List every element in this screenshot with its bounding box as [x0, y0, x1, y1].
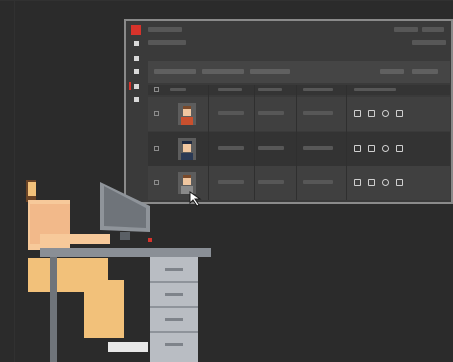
- header-item[interactable]: [394, 27, 418, 32]
- header-action[interactable]: [412, 40, 446, 45]
- grid-icon[interactable]: [396, 179, 403, 186]
- column-header: [218, 88, 242, 91]
- mouse-pointer-icon: [189, 191, 202, 207]
- bug-icon[interactable]: [382, 110, 389, 117]
- monitor-icon: [100, 182, 150, 240]
- column-header: [170, 88, 186, 91]
- cell-value: [218, 146, 244, 150]
- illustration-stage: [0, 0, 453, 362]
- scan-icon[interactable]: [368, 145, 375, 152]
- desk-surface: [40, 248, 211, 257]
- cell-value: [258, 146, 284, 150]
- breadcrumb: [148, 40, 186, 45]
- cell-value: [218, 180, 244, 184]
- row-checkbox[interactable]: [154, 111, 159, 116]
- document-icon[interactable]: [354, 110, 361, 117]
- scan-icon[interactable]: [368, 179, 375, 186]
- window-title-bar: [148, 27, 182, 32]
- sidebar-active-indicator: [129, 82, 131, 90]
- cell-value: [303, 111, 333, 115]
- grid-icon[interactable]: [396, 110, 403, 117]
- drawer-divider: [150, 306, 198, 308]
- document-icon[interactable]: [354, 179, 361, 186]
- dashboard-window: [124, 19, 453, 204]
- filter-field[interactable]: [202, 69, 244, 74]
- sidebar-item-icon[interactable]: [134, 97, 139, 102]
- toolbar-button[interactable]: [412, 69, 438, 74]
- drawer-handle: [165, 268, 183, 271]
- cell-value: [303, 146, 333, 150]
- bug-icon[interactable]: [382, 145, 389, 152]
- scan-icon[interactable]: [368, 110, 375, 117]
- column-divider: [254, 85, 255, 200]
- column-divider: [346, 85, 347, 200]
- column-header: [303, 88, 333, 91]
- column-header: [354, 88, 396, 91]
- select-all-checkbox[interactable]: [154, 87, 159, 92]
- sidebar-item-icon[interactable]: [134, 56, 139, 61]
- sidebar-item-icon[interactable]: [134, 41, 139, 46]
- person-avatar-brown-hair-icon: [178, 103, 196, 125]
- cell-value: [258, 111, 284, 115]
- desk-leg: [50, 257, 57, 362]
- sidebar-item-icon[interactable]: [134, 84, 139, 89]
- person-avatar-police-cap-icon: [178, 138, 196, 160]
- drawer-handle: [165, 318, 183, 321]
- drawer-divider: [150, 331, 198, 333]
- bug-icon[interactable]: [382, 179, 389, 186]
- header-item[interactable]: [422, 27, 444, 32]
- table-header: [148, 85, 450, 95]
- desk-drawers: [150, 257, 198, 362]
- filter-field[interactable]: [250, 69, 290, 74]
- drawer-handle: [165, 293, 183, 296]
- filter-toolbar: [148, 61, 450, 83]
- cell-value: [218, 111, 244, 115]
- brand-logo-icon: [131, 25, 141, 35]
- column-divider: [208, 85, 209, 200]
- drawer-divider: [150, 281, 198, 283]
- document-icon[interactable]: [354, 145, 361, 152]
- table-row[interactable]: [148, 132, 450, 166]
- power-led: [148, 238, 152, 242]
- cell-value: [258, 180, 284, 184]
- column-divider: [296, 85, 297, 200]
- column-header: [258, 88, 282, 91]
- grid-line: [0, 0, 453, 1]
- sidebar-item-icon[interactable]: [134, 69, 139, 74]
- row-checkbox[interactable]: [154, 146, 159, 151]
- table-row[interactable]: [148, 97, 450, 131]
- cell-value: [303, 180, 333, 184]
- toolbar-button[interactable]: [380, 69, 404, 74]
- filter-field[interactable]: [154, 69, 196, 74]
- drawer-handle: [165, 343, 183, 346]
- grid-icon[interactable]: [396, 145, 403, 152]
